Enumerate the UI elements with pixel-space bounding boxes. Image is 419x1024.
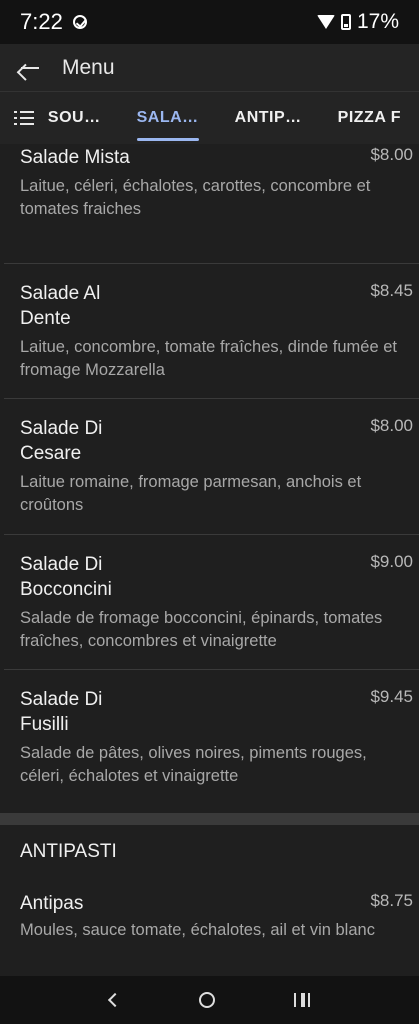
menu-item[interactable]: Salade Al Dente $8.45 Laitue, concombre,… — [4, 264, 419, 399]
item-description: Laitue, concombre, tomate fraîches, dind… — [20, 338, 397, 379]
menu-list[interactable]: Salade Mista $8.00 Laitue, céleri, échal… — [0, 144, 419, 976]
list-icon — [13, 111, 34, 125]
tab-pizza[interactable]: PIZZA F — [320, 92, 419, 144]
wifi-icon — [316, 15, 335, 29]
item-price: $9.00 — [370, 552, 413, 571]
section-title: ANTIPASTI — [20, 841, 117, 862]
item-name: Salade Al Dente — [20, 283, 101, 329]
item-description: Laitue, céleri, échalotes, carottes, con… — [20, 177, 371, 218]
menu-item[interactable]: Salade Di Cesare $8.00 Laitue romaine, f… — [4, 399, 419, 535]
menu-item[interactable]: Salade Di Fusilli $9.45 Salade de pâtes,… — [4, 670, 419, 800]
app-bar: Menu — [0, 44, 419, 92]
category-tabs: SOU… SALA… ANTIP… PIZZA F — [0, 92, 419, 144]
tab-soups[interactable]: SOU… — [48, 92, 119, 144]
item-description: Salade de fromage bocconcini, épinards, … — [20, 609, 383, 650]
section-divider — [0, 813, 419, 825]
battery-percent: 17% — [356, 10, 399, 33]
item-name: Salade Di Bocconcini — [20, 554, 112, 600]
item-price: $8.45 — [370, 281, 413, 300]
status-time: 7:22 — [20, 9, 63, 34]
category-list-button[interactable] — [0, 92, 48, 144]
item-name: Antipas — [20, 893, 84, 914]
item-name: Salade Di Cesare — [20, 418, 103, 464]
recents-icon[interactable] — [293, 993, 310, 1007]
menu-item[interactable]: Antipas $8.75 Moules, sauce tomate, écha… — [4, 883, 419, 976]
sync-check-icon — [72, 15, 87, 29]
item-description: Moules, sauce tomate, échalotes, ail et … — [20, 921, 375, 939]
item-price: $8.00 — [370, 145, 413, 164]
system-nav-bar — [0, 976, 419, 1024]
tab-antipasti[interactable]: ANTIP… — [217, 92, 320, 144]
item-price: $8.75 — [370, 891, 413, 910]
chevron-left-icon[interactable] — [107, 992, 122, 1008]
menu-item[interactable]: Salade Di Bocconcini $9.00 Salade de fro… — [4, 535, 419, 670]
item-name: Salade Mista — [20, 147, 130, 168]
status-right: 17% — [316, 10, 399, 34]
item-price: $8.00 — [370, 416, 413, 435]
item-price: $9.45 — [370, 687, 413, 706]
item-name: Salade Di Fusilli — [20, 689, 103, 735]
status-bar: 7:22 17% — [0, 0, 419, 44]
back-button[interactable] — [0, 44, 60, 92]
arrow-left-icon — [21, 66, 39, 69]
item-description: Salade de pâtes, olives noires, piments … — [20, 744, 367, 785]
circle-home-icon[interactable] — [198, 992, 215, 1008]
item-description: Laitue romaine, fromage parmesan, anchoi… — [20, 473, 362, 514]
page-title: Menu — [62, 55, 115, 79]
menu-item[interactable]: Salade Mista $8.00 Laitue, céleri, échal… — [4, 144, 419, 264]
battery-icon — [340, 14, 351, 30]
tab-salads[interactable]: SALA… — [119, 92, 217, 144]
